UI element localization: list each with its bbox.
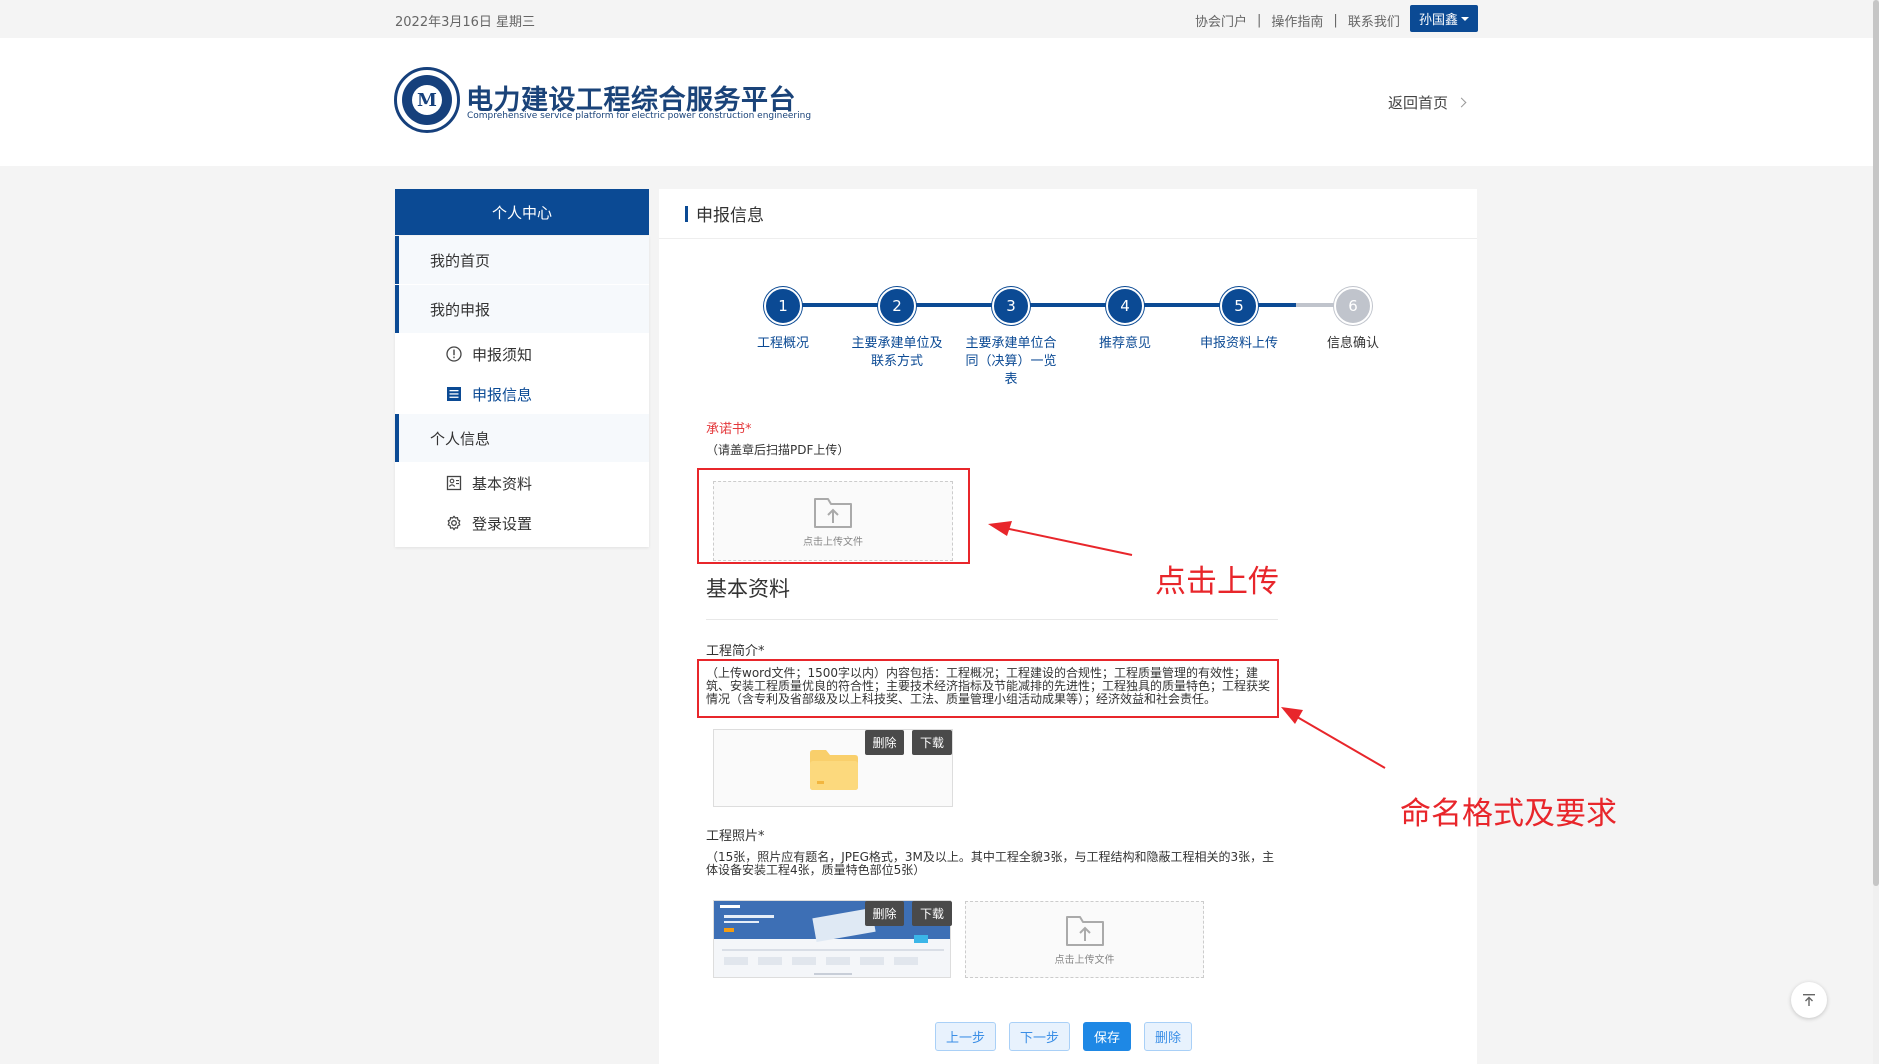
site-header: M 电力建设工程综合服务平台 Comprehensive service pla… <box>0 38 1873 166</box>
caret-down-icon <box>1461 16 1469 21</box>
sidebar: 个人中心 我的首页 我的申报 申报须知 申报信息 个人信息 基本资料 登录设置 <box>395 189 649 547</box>
step-label: 工程概况 <box>756 336 809 351</box>
sidebar-item-label: 我的申报 <box>430 300 491 319</box>
step-label: 推荐意见 <box>1098 336 1151 351</box>
section-divider <box>706 619 1278 620</box>
sidebar-item-login-settings[interactable]: 登录设置 <box>395 503 649 543</box>
folder-icon <box>810 750 858 790</box>
sidebar-item-label: 申报须知 <box>472 345 533 364</box>
link-contact[interactable]: 联系我们 <box>1348 11 1400 30</box>
upload-hint: 点击上传文件 <box>1054 955 1115 966</box>
step-4[interactable]: 4 推荐意见 <box>1075 287 1175 353</box>
step-2[interactable]: 2 主要承建单位及联系方式 <box>847 287 947 371</box>
scrollbar-thumb[interactable] <box>1873 0 1879 886</box>
arrow-up-icon <box>1803 994 1815 1006</box>
step-label: 主要承建单位合同（决算）一览表 <box>965 336 1057 387</box>
gear-icon <box>447 515 461 531</box>
sidebar-item-personal-info[interactable]: 个人信息 <box>395 414 649 462</box>
step-label: 主要承建单位及联系方式 <box>851 336 943 369</box>
pledge-note: （请盖章后扫描PDF上传） <box>706 443 850 457</box>
photo-upload-box[interactable]: 点击上传文件 <box>965 901 1204 978</box>
step-number: 5 <box>1220 287 1258 325</box>
step-label: 信息确认 <box>1326 336 1379 351</box>
step-number: 4 <box>1106 287 1144 325</box>
sidebar-menu: 我的首页 我的申报 申报须知 申报信息 个人信息 基本资料 登录设置 <box>395 236 649 547</box>
brand-subtitle: Comprehensive service platform for elect… <box>467 111 812 121</box>
sidebar-item-basic-profile[interactable]: 基本资料 <box>395 463 649 503</box>
chevron-right-icon <box>1456 97 1467 108</box>
list-icon <box>447 387 461 401</box>
annotation-box-upload <box>697 468 970 564</box>
step-1[interactable]: 1 工程概况 <box>733 287 833 353</box>
step-number: 2 <box>878 287 916 325</box>
sidebar-item-label: 基本资料 <box>472 474 533 493</box>
link-guide[interactable]: 操作指南 <box>1271 11 1323 30</box>
step-label: 申报资料上传 <box>1199 336 1278 351</box>
current-date: 2022年3月16日 星期三 <box>395 15 536 30</box>
user-menu-button[interactable]: 孙国鑫 <box>1410 5 1478 32</box>
logo-emblem-icon: M <box>412 85 442 115</box>
logo-ring: M <box>402 75 452 125</box>
profile-card-icon <box>446 475 462 491</box>
top-bar: 2022年3月16日 星期三 协会门户 | 操作指南 | 联系我们 孙国鑫 <box>0 0 1873 38</box>
top-links: 协会门户 | 操作指南 | 联系我们 <box>1195 11 1400 30</box>
back-home-link[interactable]: 返回首页 <box>1388 92 1467 113</box>
step-5[interactable]: 5 申报资料上传 <box>1189 287 1289 353</box>
sidebar-item-label: 我的首页 <box>430 251 491 270</box>
sidebar-item-label: 申报信息 <box>472 385 533 404</box>
back-home-label: 返回首页 <box>1388 94 1449 112</box>
title-accent-bar <box>685 205 688 222</box>
sidebar-item-my-home[interactable]: 我的首页 <box>395 236 649 284</box>
separator: | <box>1257 13 1262 28</box>
sidebar-item-declaration-notice[interactable]: 申报须知 <box>395 334 649 374</box>
sidebar-item-declaration-info[interactable]: 申报信息 <box>395 374 649 414</box>
step-number: 6 <box>1334 287 1372 325</box>
photo-download-button[interactable]: 下载 <box>912 901 952 926</box>
photos-note: （15张，照片应有题名，JPEG格式，3M及以上。其中工程全貌3张，与工程结构和… <box>706 850 1275 877</box>
sidebar-title: 个人中心 <box>395 189 649 235</box>
save-button[interactable]: 保存 <box>1083 1022 1131 1051</box>
step-6[interactable]: 6 信息确认 <box>1303 287 1403 353</box>
panel-header: 申报信息 <box>659 189 1477 239</box>
photos-label: 工程照片* <box>706 829 765 844</box>
link-association-portal[interactable]: 协会门户 <box>1195 11 1247 30</box>
section-title: 基本资料 <box>706 577 790 601</box>
info-circle-icon <box>446 346 462 362</box>
sidebar-item-label: 个人信息 <box>430 429 491 448</box>
back-to-top-button[interactable] <box>1791 982 1827 1018</box>
annotation-text-upload: 点击上传 <box>1155 564 1279 600</box>
prev-step-button[interactable]: 上一步 <box>935 1022 996 1051</box>
sidebar-item-label: 登录设置 <box>472 514 533 533</box>
page-title: 申报信息 <box>696 206 764 226</box>
intro-download-button[interactable]: 下载 <box>912 730 952 755</box>
step-number: 3 <box>992 287 1030 325</box>
delete-button[interactable]: 删除 <box>1144 1022 1192 1051</box>
pledge-label: 承诺书* <box>706 422 752 437</box>
sidebar-item-my-declaration[interactable]: 我的申报 <box>395 285 649 333</box>
separator: | <box>1333 13 1338 28</box>
step-number: 1 <box>764 287 802 325</box>
step-3[interactable]: 3 主要承建单位合同（决算）一览表 <box>961 287 1061 389</box>
annotation-box-naming <box>697 659 1279 718</box>
intro-delete-button[interactable]: 删除 <box>865 730 904 755</box>
intro-label: 工程简介* <box>706 644 765 659</box>
annotation-text-naming: 命名格式及要求 <box>1400 796 1617 832</box>
user-name: 孙国鑫 <box>1418 13 1458 28</box>
photo-delete-button[interactable]: 删除 <box>865 901 904 926</box>
next-step-button[interactable]: 下一步 <box>1009 1022 1070 1051</box>
folder-upload-icon <box>1065 916 1104 946</box>
logo[interactable]: M <box>394 67 460 133</box>
